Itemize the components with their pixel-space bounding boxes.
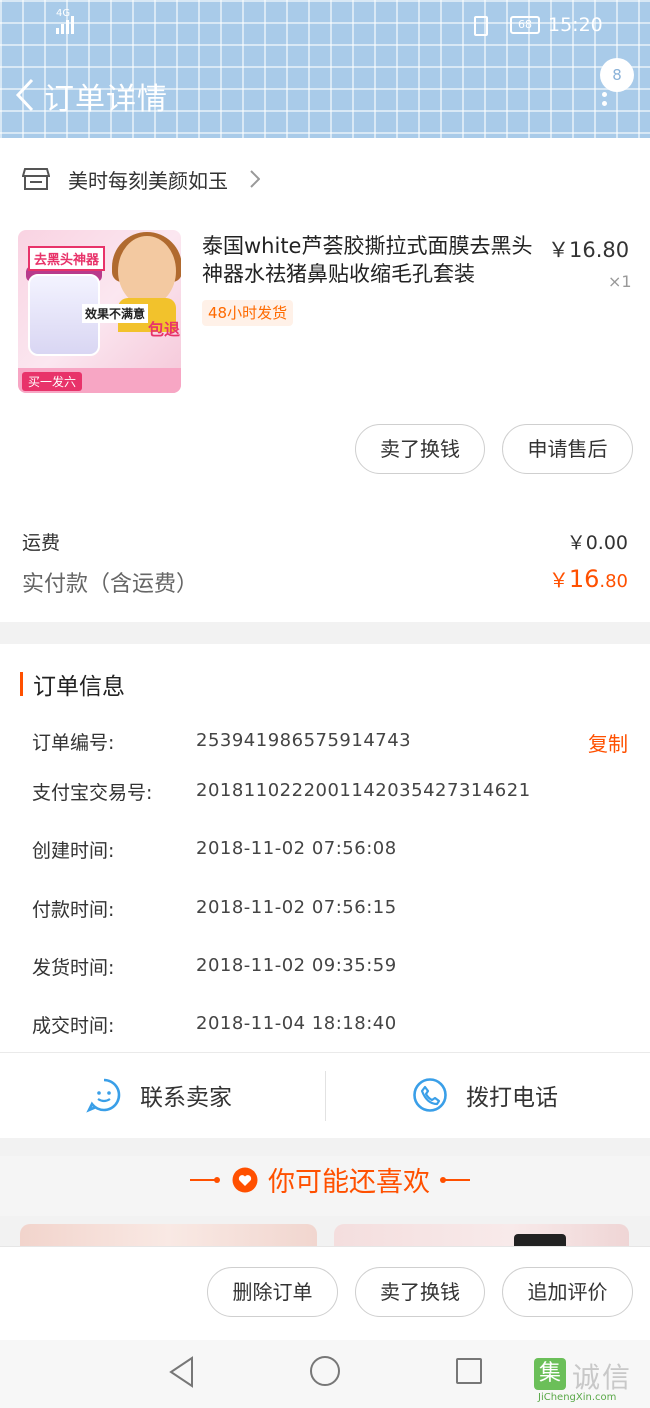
- order-item-card: 美时每刻美颜如玉 去黑头神器 效果不满意 包退 买一发六 泰国white芦荟胶撕…: [0, 138, 650, 622]
- order-info-heading: 订单信息: [20, 670, 125, 700]
- product-price: ￥16.80: [548, 238, 630, 262]
- call-phone-label: 拨打电话: [466, 1085, 558, 1111]
- paid-integer: 16: [568, 565, 600, 593]
- contact-seller-button[interactable]: 联系卖家: [86, 1077, 232, 1113]
- product-quantity: ×1: [608, 272, 632, 291]
- contact-seller-label: 联系卖家: [140, 1085, 232, 1111]
- shop-name: 美时每刻美颜如玉: [68, 168, 228, 193]
- paid-decimal: .80: [599, 571, 628, 592]
- decor-line-right: [440, 1176, 470, 1183]
- delete-order-button[interactable]: 删除订单: [207, 1267, 338, 1317]
- product-image[interactable]: 去黑头神器 效果不满意 包退 买一发六: [18, 230, 181, 393]
- heading-accent-bar: [20, 672, 23, 696]
- clock: 15:20: [548, 14, 603, 36]
- action-divider: [325, 1071, 326, 1121]
- created-time-label: 创建时间:: [32, 840, 115, 862]
- bottom-action-bar: 删除订单 卖了换钱 追加评价: [0, 1246, 650, 1340]
- chat-bubble-icon: [86, 1078, 121, 1113]
- created-time-value: 2018-11-02 07:56:08: [196, 838, 397, 859]
- app-header: 4G 68 15:20 订单详情 8: [0, 0, 650, 138]
- nav-home-icon[interactable]: [310, 1356, 340, 1386]
- order-info-card: 订单信息 订单编号: 253941986575914743 复制 支付宝交易号:…: [0, 644, 650, 1138]
- sell-exchange-bottom-button[interactable]: 卖了换钱: [355, 1267, 485, 1317]
- alipay-trade-value: 2018110222001142035427314621: [196, 780, 531, 801]
- watermark-url: JiChengXin.com: [538, 1392, 617, 1403]
- nav-recent-icon[interactable]: [456, 1358, 482, 1384]
- back-icon[interactable]: [14, 78, 36, 112]
- chevron-right-icon: [250, 170, 260, 188]
- page-title: 订单详情: [44, 82, 168, 117]
- product-title[interactable]: 泰国white芦荟胶撕拉式面膜去黑头神器水祛猪鼻贴收缩毛孔套装: [202, 232, 544, 288]
- heart-icon: [232, 1167, 258, 1192]
- vibrate-icon: [474, 16, 488, 36]
- order-info-title: 订单信息: [33, 674, 125, 700]
- message-badge[interactable]: 8: [600, 58, 634, 92]
- after-sale-button[interactable]: 申请售后: [502, 424, 633, 474]
- recommend-title-row: 你可能还喜欢: [190, 1160, 470, 1199]
- order-number-label: 订单编号:: [32, 732, 115, 754]
- completed-time-label: 成交时间:: [32, 1015, 115, 1037]
- more-icon[interactable]: [602, 92, 608, 112]
- shipping-fee-value: ￥0.00: [566, 532, 628, 554]
- product-image-tag: 去黑头神器: [28, 246, 106, 271]
- shipping-tag: 48小时发货: [202, 300, 294, 326]
- paid-currency: ￥: [548, 568, 569, 592]
- call-phone-button[interactable]: 拨打电话: [412, 1077, 558, 1113]
- shop-row[interactable]: 美时每刻美颜如玉: [22, 164, 260, 194]
- shop-icon: [22, 168, 50, 190]
- shipped-time-label: 发货时间:: [32, 957, 115, 979]
- phone-icon: [413, 1078, 447, 1112]
- paid-amount-value: ￥16.80: [549, 564, 628, 593]
- paid-time-label: 付款时间:: [32, 899, 115, 921]
- contact-actions: 联系卖家 拨打电话: [0, 1052, 650, 1138]
- signal-icon: [56, 14, 74, 34]
- watermark-text: 诚信: [572, 1361, 633, 1394]
- nav-back-icon[interactable]: [168, 1356, 194, 1388]
- copy-order-number-button[interactable]: 复制: [588, 728, 628, 757]
- add-review-button[interactable]: 追加评价: [502, 1267, 633, 1317]
- decor-line-left: [190, 1176, 220, 1183]
- battery-icon: 68: [510, 16, 540, 34]
- recommend-section: 你可能还喜欢: [0, 1138, 650, 1254]
- alipay-trade-label: 支付宝交易号:: [32, 782, 153, 804]
- completed-time-value: 2018-11-04 18:18:40: [196, 1013, 397, 1034]
- sell-exchange-button[interactable]: 卖了换钱: [355, 424, 485, 474]
- shipped-time-value: 2018-11-02 09:35:59: [196, 955, 397, 976]
- system-nav-bar: 集 诚信 JiChengXin.com: [0, 1340, 650, 1408]
- product-image-slogan: 效果不满意: [82, 304, 149, 323]
- status-bar: 4G 68 15:20: [0, 8, 650, 42]
- watermark-logo: 集 诚信 JiChengXin.com: [534, 1350, 650, 1408]
- order-number-value: 253941986575914743: [196, 730, 412, 751]
- product-image-bottom-label: 买一发六: [22, 372, 83, 391]
- shipping-fee-label: 运费: [22, 532, 61, 554]
- product-image-promise: 包退: [148, 320, 181, 339]
- paid-amount-label: 实付款（含运费）: [22, 572, 199, 597]
- recommend-title: 你可能还喜欢: [268, 1167, 430, 1198]
- watermark-box: 集: [534, 1358, 566, 1390]
- paid-time-value: 2018-11-02 07:56:15: [196, 897, 397, 918]
